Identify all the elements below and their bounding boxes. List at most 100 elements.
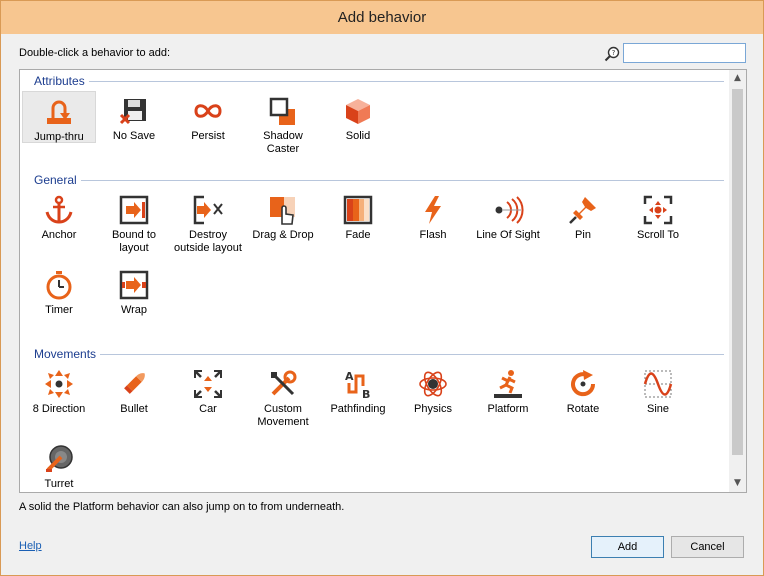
- behavior-item-bullet[interactable]: Bullet: [97, 364, 171, 416]
- no-save-icon: [119, 99, 146, 125]
- behavior-label: Jump-thru: [34, 131, 84, 143]
- search-input[interactable]: [623, 43, 746, 63]
- behavior-label: 8 Direction: [32, 403, 86, 415]
- behavior-item-car[interactable]: Car: [171, 364, 245, 416]
- jump-thru-icon: [47, 100, 71, 124]
- behavior-item-solid[interactable]: Solid: [321, 91, 395, 143]
- scroll-down-arrow[interactable]: ▼: [729, 475, 746, 492]
- behavior-label: Bound to layout: [111, 229, 157, 254]
- behavior-label: Pin: [575, 229, 591, 241]
- behavior-label: Persist: [191, 130, 225, 142]
- behavior-item-line-of-sight[interactable]: Line Of Sight: [471, 190, 545, 242]
- behavior-item-jump-thru[interactable]: Jump-thru: [22, 91, 96, 143]
- infinity-icon: [194, 104, 222, 118]
- eight-direction-icon: [45, 370, 73, 398]
- svg-text:?: ?: [612, 49, 616, 57]
- behavior-item-pin[interactable]: Pin: [546, 190, 620, 242]
- behavior-label: Wrap: [120, 304, 148, 316]
- behavior-label: Solid: [345, 130, 371, 142]
- behavior-item-no-save[interactable]: No Save: [97, 91, 171, 143]
- behavior-list-content: Attributes Jump-thru No Save Persist Shadow C…: [20, 70, 728, 492]
- anchor-icon: [45, 195, 73, 224]
- behavior-label: No Save: [112, 130, 156, 142]
- behavior-item-platform[interactable]: Platform: [471, 364, 545, 416]
- rotate-icon: [571, 370, 596, 397]
- platform-icon: [494, 370, 522, 398]
- behavior-label: Timer: [45, 304, 73, 316]
- behavior-label: Fade: [345, 229, 371, 241]
- behavior-label: Scroll To: [637, 229, 679, 241]
- lightning-icon: [425, 196, 441, 224]
- behavior-item-shadow-caster[interactable]: Shadow Caster: [246, 91, 320, 155]
- group-divider: [34, 81, 724, 82]
- help-link[interactable]: Help: [19, 540, 42, 552]
- bullet-icon: [124, 373, 145, 394]
- bound-to-layout-icon: [119, 195, 149, 225]
- scroll-thumb[interactable]: [732, 89, 743, 455]
- behavior-item-wrap[interactable]: Wrap: [97, 265, 171, 317]
- group-title: General: [34, 173, 81, 187]
- scroll-up-arrow[interactable]: ▲: [729, 70, 746, 87]
- behavior-item-destroy-outside-layout[interactable]: Destroy outside layout: [171, 190, 245, 254]
- turret-icon: [46, 445, 73, 472]
- behavior-item-physics[interactable]: Physics: [396, 364, 470, 416]
- behavior-description: A solid the Platform behavior can also j…: [19, 501, 345, 513]
- behavior-label: Sine: [646, 403, 670, 415]
- behavior-label: Turret: [44, 478, 74, 490]
- drag-drop-icon: [270, 197, 295, 225]
- behavior-label: Pathfinding: [330, 403, 386, 415]
- behavior-label: Rotate: [566, 403, 600, 415]
- behavior-item-pathfinding[interactable]: A B Pathfinding: [321, 364, 395, 416]
- add-button[interactable]: Add: [591, 536, 664, 558]
- behavior-label: Line Of Sight: [476, 229, 540, 241]
- behavior-item-flash[interactable]: Flash: [396, 190, 470, 242]
- behavior-item-persist[interactable]: Persist: [171, 91, 245, 143]
- behavior-item-turret[interactable]: Turret: [22, 439, 96, 491]
- shadow-caster-icon: [269, 97, 295, 125]
- behavior-item-custom-movement[interactable]: Custom Movement: [246, 364, 320, 428]
- behavior-item-fade[interactable]: Fade: [321, 190, 395, 242]
- destroy-outside-icon: [193, 195, 223, 225]
- vertical-scrollbar[interactable]: ▲ ▼: [729, 70, 746, 492]
- behavior-item-sine[interactable]: Sine: [621, 364, 695, 416]
- group-divider: [34, 180, 724, 181]
- behavior-item-timer[interactable]: Timer: [22, 265, 96, 317]
- group-title: Movements: [34, 347, 101, 361]
- scroll-to-icon: [643, 195, 673, 225]
- behavior-label: Destroy outside layout: [174, 229, 242, 254]
- cancel-button[interactable]: Cancel: [671, 536, 744, 558]
- behavior-item-8-direction[interactable]: 8 Direction: [22, 364, 96, 416]
- stopwatch-icon: [46, 271, 72, 300]
- behavior-label: Custom Movement: [257, 403, 309, 428]
- pushpin-icon: [569, 197, 596, 224]
- behavior-label: Bullet: [120, 403, 148, 415]
- behavior-label: Anchor: [41, 229, 77, 241]
- wrap-icon: [119, 270, 149, 300]
- behavior-label: Platform: [487, 403, 529, 415]
- window-title: Add behavior: [337, 9, 427, 26]
- behavior-list[interactable]: Attributes Jump-thru No Save Persist Shadow C…: [19, 69, 747, 493]
- group-header-attributes: Attributes: [34, 74, 724, 88]
- behavior-item-anchor[interactable]: Anchor: [22, 190, 96, 242]
- group-divider: [34, 354, 724, 355]
- title-bar: Add behavior: [1, 1, 763, 34]
- svg-text:A: A: [345, 370, 354, 383]
- wrench-icon: [271, 370, 297, 396]
- behavior-label: Shadow Caster: [263, 130, 303, 155]
- search-icon: ?: [604, 46, 620, 62]
- group-header-general: General: [34, 173, 724, 187]
- line-of-sight-icon: [495, 196, 524, 224]
- fade-icon: [343, 195, 373, 225]
- behavior-item-bound-to-layout[interactable]: Bound to layout: [97, 190, 171, 254]
- behavior-item-drag-drop[interactable]: Drag & Drop: [246, 190, 320, 242]
- behavior-item-rotate[interactable]: Rotate: [546, 364, 620, 416]
- group-header-movements: Movements: [34, 347, 724, 361]
- car-icon: [194, 370, 222, 398]
- behavior-item-scroll-to[interactable]: Scroll To: [621, 190, 695, 242]
- sine-icon: [643, 370, 673, 398]
- behavior-label: Flash: [419, 229, 447, 241]
- behavior-label: Car: [199, 403, 217, 415]
- cube-icon: [346, 99, 370, 124]
- group-title: Attributes: [34, 74, 89, 88]
- pathfinding-icon: AB: [345, 370, 370, 400]
